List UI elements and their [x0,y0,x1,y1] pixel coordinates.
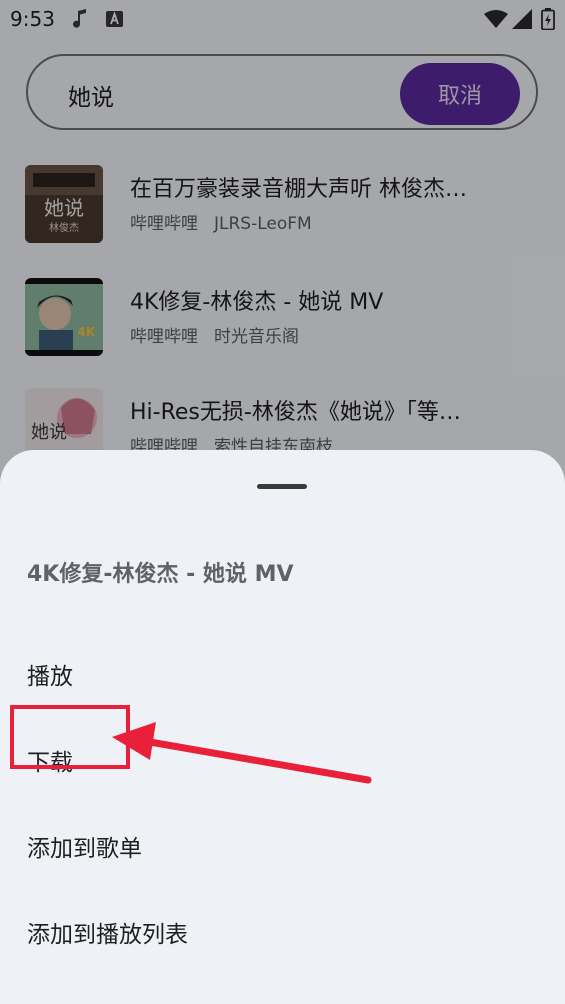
pointer-arrow-icon [112,722,372,784]
app-screen: 9:53 她说 取消 她说 林俊杰 在百万豪装录音棚大声听 林俊杰… 哔哩哔哩 … [0,0,565,1004]
